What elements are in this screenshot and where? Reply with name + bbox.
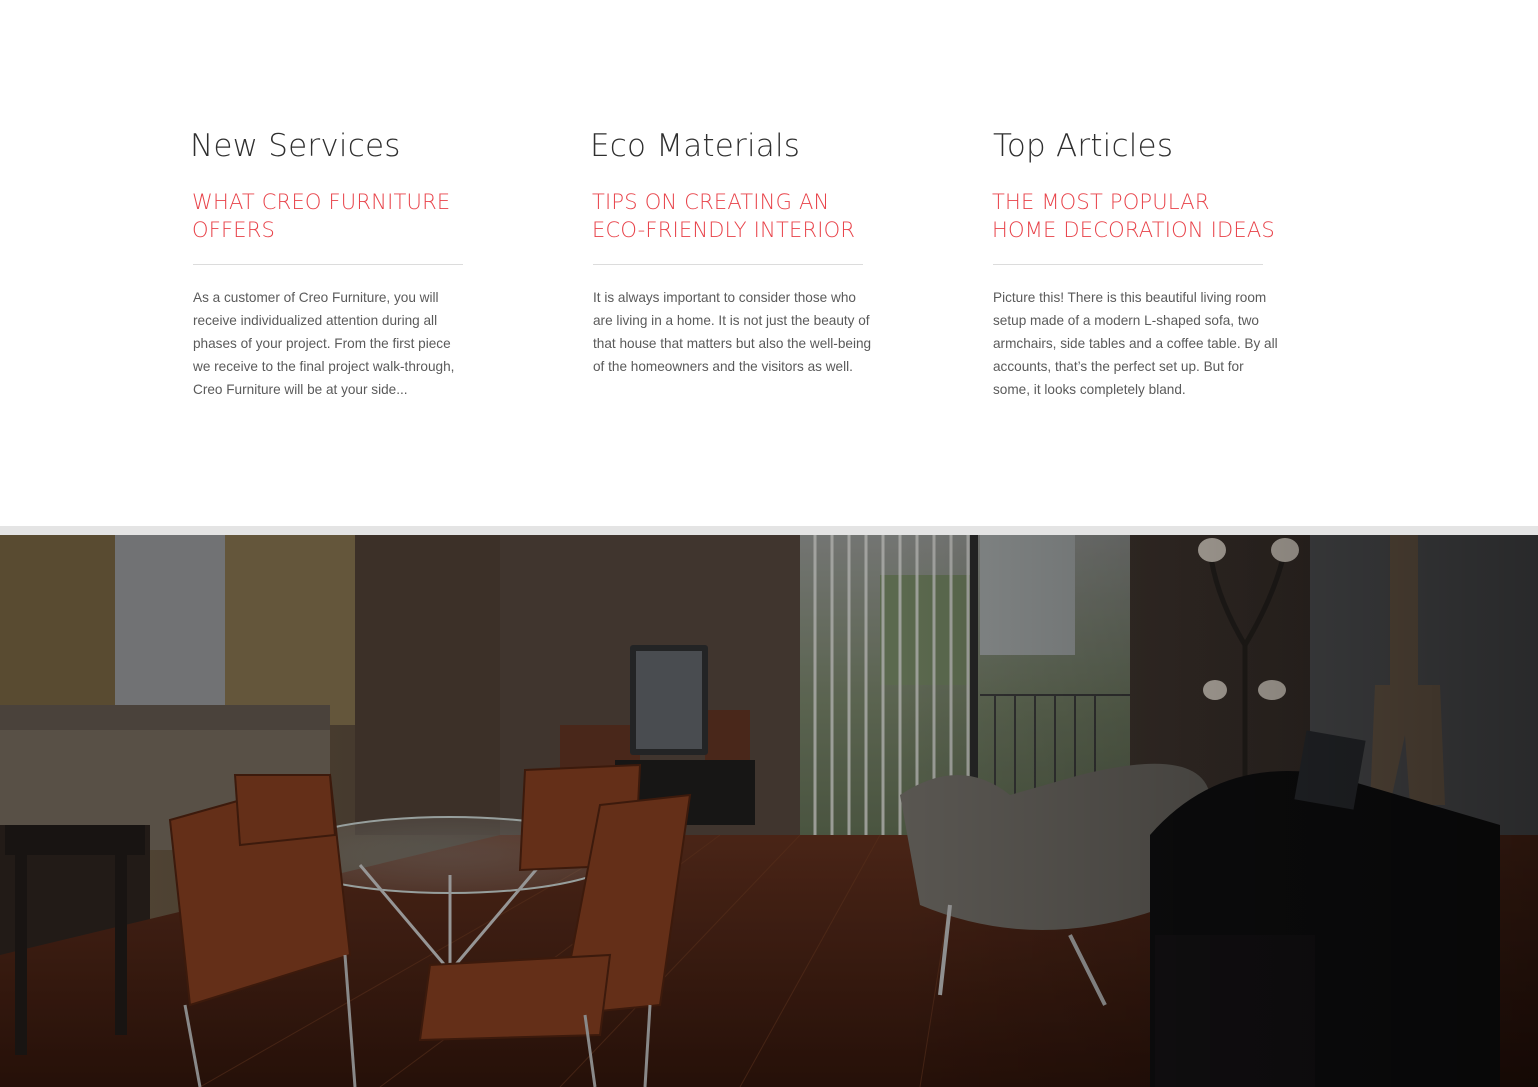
service-column-eco-materials: Eco Materials TIPS ON CREATING AN ECO-FR… — [590, 126, 890, 378]
interior-photo — [0, 535, 1538, 1087]
subtitle-line: OFFERS — [192, 218, 276, 242]
column-text: It is always important to consider those… — [593, 290, 872, 374]
service-column-top-articles: Top Articles THE MOST POPULAR HOME DECOR… — [992, 126, 1293, 401]
subtitle-line: HOME DECORATION IDEAS — [992, 218, 1275, 242]
page: New Services WHAT CREO FURNITURE OFFERS … — [0, 0, 1538, 1087]
services-section: New Services WHAT CREO FURNITURE OFFERS … — [0, 0, 1538, 526]
service-column-new-services: New Services WHAT CREO FURNITURE OFFERS … — [190, 126, 490, 401]
interior-photo-banner — [0, 535, 1538, 1087]
column-text: Picture this! There is this beautiful li… — [993, 290, 1278, 397]
subtitle-line: TIPS ON CREATING AN — [592, 190, 830, 214]
column-divider — [593, 264, 863, 265]
column-title: Eco Materials — [590, 128, 801, 164]
section-divider-band — [0, 526, 1538, 535]
subtitle-line: THE MOST POPULAR — [992, 190, 1210, 214]
column-text: As a customer of Creo Furniture, you wil… — [193, 290, 455, 397]
column-divider — [993, 264, 1263, 265]
column-subtitle-link[interactable]: WHAT CREO FURNITURE OFFERS — [192, 188, 482, 244]
column-title: Top Articles — [993, 128, 1174, 164]
subtitle-line: ECO-FRIENDLY INTERIOR — [592, 218, 856, 242]
column-subtitle-link[interactable]: THE MOST POPULAR HOME DECORATION IDEAS — [992, 188, 1282, 244]
column-divider — [193, 264, 463, 265]
column-subtitle-link[interactable]: TIPS ON CREATING AN ECO-FRIENDLY INTERIO… — [592, 188, 882, 244]
subtitle-line: WHAT CREO FURNITURE — [192, 190, 451, 214]
column-title: New Services — [190, 128, 401, 164]
